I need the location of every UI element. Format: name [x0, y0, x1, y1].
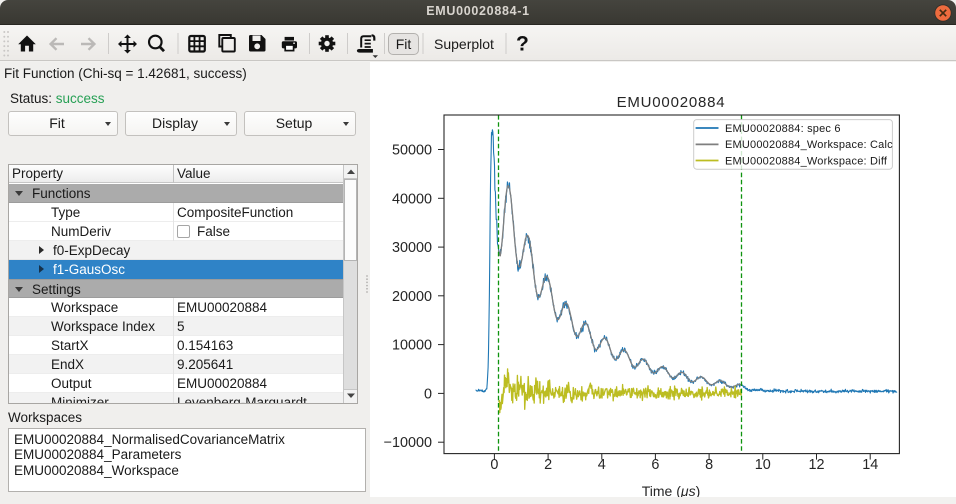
- svg-text:30000: 30000: [392, 240, 432, 256]
- svg-text:Time (μs): Time (μs): [642, 483, 701, 497]
- svg-text:10: 10: [755, 457, 771, 473]
- svg-text:−10000: −10000: [384, 435, 432, 451]
- svg-text:0: 0: [490, 457, 498, 473]
- svg-text:?: ?: [516, 33, 529, 56]
- svg-text:12: 12: [808, 457, 824, 473]
- svg-text:0: 0: [424, 386, 432, 402]
- svg-text:10000: 10000: [392, 338, 432, 354]
- svg-text:14: 14: [862, 457, 878, 473]
- svg-text:2: 2: [544, 457, 552, 473]
- svg-text:20000: 20000: [392, 289, 432, 305]
- svg-text:4: 4: [598, 457, 606, 473]
- svg-text:50000: 50000: [392, 143, 432, 159]
- svg-text:EMU00020884: EMU00020884: [617, 94, 726, 111]
- svg-text:6: 6: [651, 457, 659, 473]
- svg-text:8: 8: [705, 457, 713, 473]
- svg-text:EMU00020884_Workspace: Calc: EMU00020884_Workspace: Calc: [725, 139, 893, 151]
- svg-text:EMU00020884_Workspace: Diff: EMU00020884_Workspace: Diff: [725, 155, 888, 167]
- svg-text:40000: 40000: [392, 191, 432, 207]
- svg-text:EMU00020884: spec 6: EMU00020884: spec 6: [725, 123, 841, 135]
